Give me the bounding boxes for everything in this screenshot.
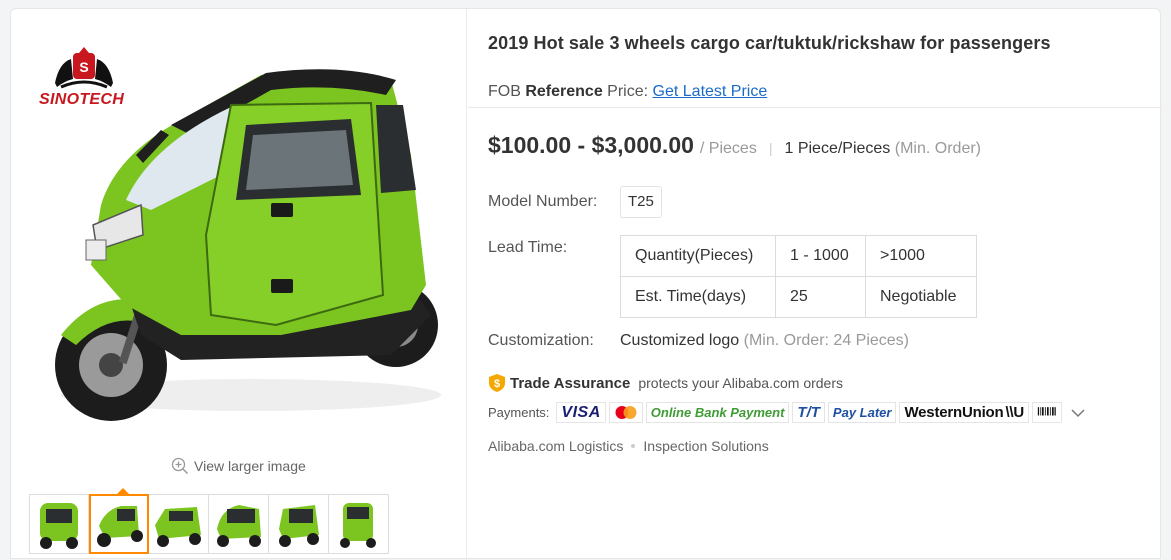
fob-reference: Reference [525, 83, 603, 100]
thumbnail-1[interactable] [29, 494, 89, 554]
view-larger-label: View larger image [194, 458, 306, 474]
payments-label: Payments: [488, 405, 550, 420]
price-unit: / Pieces [699, 140, 757, 157]
thumbnail-5[interactable] [269, 494, 329, 554]
separator-dot [631, 444, 636, 448]
trade-assurance-text: protects your Alibaba.com orders [638, 375, 843, 391]
thumbnail-4[interactable] [209, 494, 269, 554]
online-bank-payment-icon: Online Bank Payment [645, 402, 790, 423]
svg-text:$: $ [494, 378, 500, 390]
table-cell: >1000 [865, 235, 977, 277]
western-union-icon: WesternUnion \\U [899, 402, 1030, 423]
visa-icon: VISA [556, 402, 606, 423]
customization-label: Customization: [488, 332, 594, 349]
thumbnail-strip [29, 494, 389, 554]
customization-text: Customized logo [620, 332, 740, 349]
pay-later-icon: Pay Later [827, 402, 897, 423]
product-title: 2019 Hot sale 3 wheels cargo car/tuktuk/… [488, 33, 1051, 53]
lead-time-table: Quantity(Pieces) 1 - 1000 >1000 Est. Tim… [620, 235, 977, 318]
boleto-icon [1032, 402, 1063, 423]
western-union-label: WesternUnion [904, 404, 1004, 421]
inspection-link[interactable]: Inspection Solutions [643, 438, 768, 454]
thumbnail-3[interactable] [149, 494, 209, 554]
fob-price-line: FOB Reference Price: Get Latest Price [488, 83, 767, 101]
shield-icon: $ [489, 374, 505, 392]
table-cell: Quantity(Pieces) [620, 235, 776, 277]
zoom-in-icon [171, 457, 189, 475]
min-order-label: (Min. Order) [894, 140, 981, 157]
crest-icon: S [55, 47, 113, 89]
fob-suffix: Price: [607, 83, 649, 100]
table-cell: 25 [775, 276, 866, 318]
model-number-value: T25 [620, 186, 662, 218]
brand-logo-text: SINOTECH [39, 91, 125, 108]
service-links: Alibaba.com Logistics Inspection Solutio… [488, 438, 769, 454]
trade-assurance-title: Trade Assurance [510, 374, 631, 392]
chevron-down-icon[interactable] [1071, 408, 1085, 418]
payment-methods: Payments: VISA Online Bank Payment T/T P… [488, 402, 1085, 423]
model-number-label: Model Number: [488, 193, 598, 210]
view-larger-image-link[interactable]: View larger image [171, 457, 306, 475]
trade-assurance[interactable]: $ Trade Assurance protects your Alibaba.… [488, 373, 843, 393]
table-row: Quantity(Pieces) 1 - 1000 >1000 [620, 235, 977, 277]
min-order: 1 Piece/Pieces (Min. Order) [784, 140, 981, 158]
price-separator: | [768, 140, 773, 156]
thumbnail-6[interactable] [329, 494, 389, 554]
logistics-link[interactable]: Alibaba.com Logistics [488, 438, 623, 454]
wu-mark-icon: \\U [1005, 404, 1025, 421]
price-range: $100.00 - $3,000.00 [488, 132, 694, 158]
table-cell: Est. Time(days) [620, 276, 776, 318]
mastercard-icon [608, 402, 643, 423]
svg-text:S: S [79, 59, 88, 75]
brand-logo: S SINOTECH [39, 43, 129, 113]
thumbnail-2[interactable] [89, 494, 149, 554]
customization-value: Customized logo (Min. Order: 24 Pieces) [620, 332, 909, 350]
divider [468, 107, 1162, 108]
gallery-panel: S SINOTECH View larger image [11, 9, 467, 560]
table-row: Est. Time(days) 25 Negotiable [620, 276, 977, 318]
tt-icon: T/T [792, 402, 825, 423]
customization-note: (Min. Order: 24 Pieces) [743, 332, 910, 349]
product-details-panel: 2019 Hot sale 3 wheels cargo car/tuktuk/… [468, 9, 1162, 560]
lead-time-label: Lead Time: [488, 239, 568, 256]
product-card: S SINOTECH View larger image 2019 Hot sa… [10, 8, 1162, 560]
price-row: $100.00 - $3,000.00 / Pieces | 1 Piece/P… [488, 132, 981, 159]
get-latest-price-link[interactable]: Get Latest Price [653, 83, 768, 100]
table-cell: Negotiable [865, 276, 977, 318]
table-cell: 1 - 1000 [775, 235, 866, 277]
fob-prefix: FOB [488, 83, 521, 100]
min-order-qty: 1 Piece/Pieces [784, 140, 891, 157]
